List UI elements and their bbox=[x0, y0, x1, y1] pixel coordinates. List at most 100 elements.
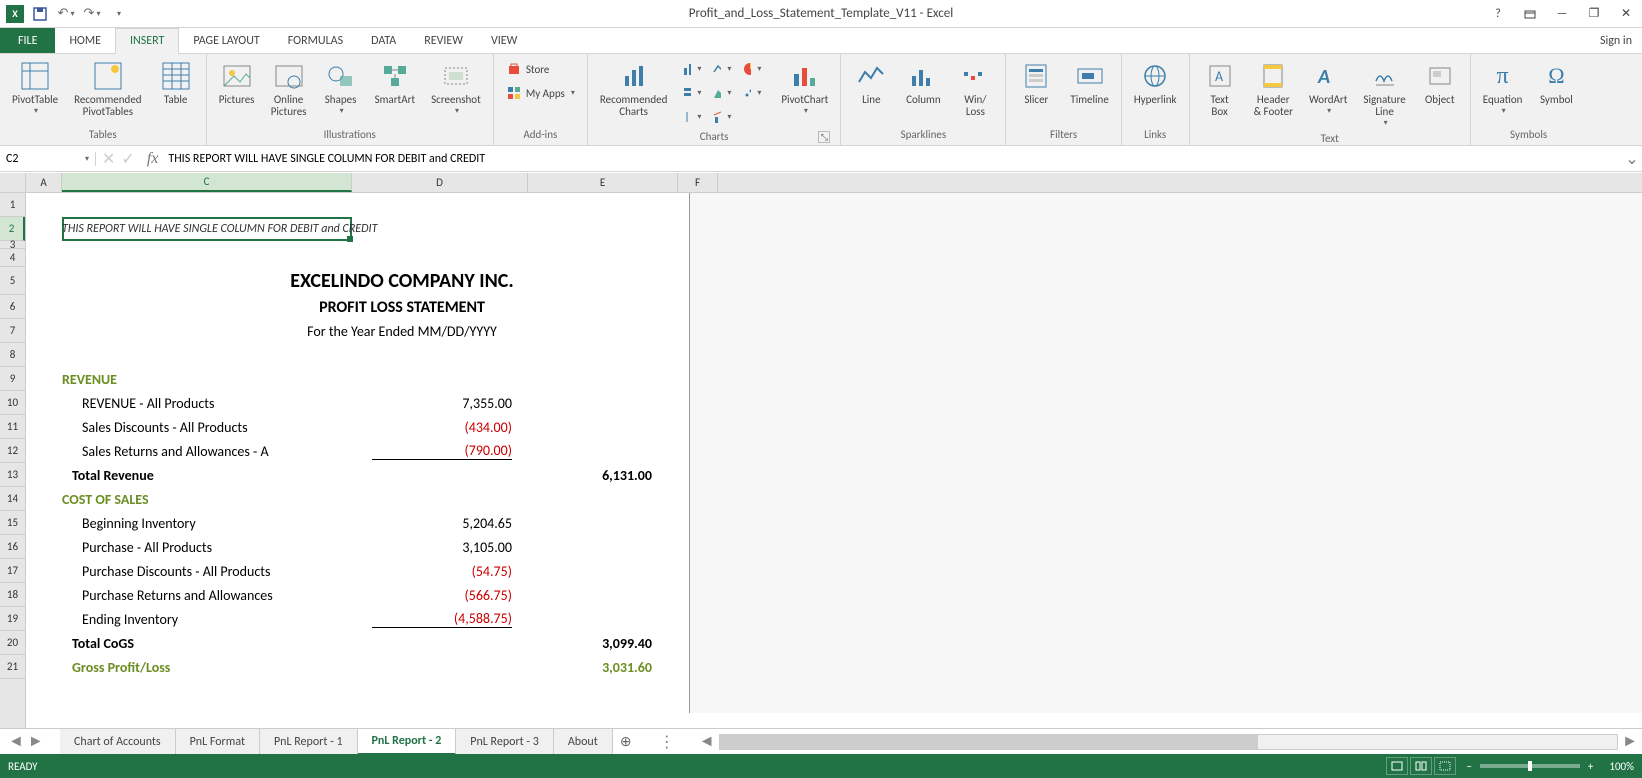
sparkline-column-button[interactable]: Column bbox=[901, 58, 945, 108]
tab-pagelayout[interactable]: PAGE LAYOUT bbox=[179, 28, 273, 53]
row-header[interactable]: 11 bbox=[0, 415, 25, 439]
row-header[interactable]: 19 bbox=[0, 607, 25, 631]
sheet-tab[interactable]: Chart of Accounts bbox=[60, 729, 176, 755]
row-header[interactable]: 8 bbox=[0, 343, 25, 367]
row-header[interactable]: 3 bbox=[0, 241, 25, 249]
tab-formulas[interactable]: FORMULAS bbox=[274, 28, 357, 53]
scroll-right-icon[interactable]: ► bbox=[1618, 732, 1642, 751]
col-header[interactable]: C bbox=[62, 173, 352, 192]
line-chart-icon[interactable]: ▾ bbox=[709, 58, 735, 80]
screenshot-button[interactable]: Screenshot▾ bbox=[427, 58, 485, 118]
tab-review[interactable]: REVIEW bbox=[410, 28, 477, 53]
smartart-button[interactable]: SmartArt bbox=[371, 58, 420, 108]
col-header[interactable]: F bbox=[678, 173, 718, 192]
pivottable-button[interactable]: PivotTable▾ bbox=[8, 58, 62, 118]
row-header[interactable]: 7 bbox=[0, 319, 25, 343]
sheet-tab[interactable]: About bbox=[554, 729, 613, 755]
tab-insert[interactable]: INSERT bbox=[115, 28, 179, 54]
equation-button[interactable]: πEquation▾ bbox=[1479, 58, 1527, 118]
row-header[interactable]: 18 bbox=[0, 583, 25, 607]
shapes-button[interactable]: Shapes▾ bbox=[319, 58, 363, 118]
textbox-button[interactable]: AText Box bbox=[1198, 58, 1242, 120]
timeline-button[interactable]: Timeline bbox=[1066, 58, 1112, 108]
qat-customize-icon[interactable]: ▾ bbox=[108, 4, 128, 24]
tab-data[interactable]: DATA bbox=[357, 28, 410, 53]
signin-link[interactable]: Sign in bbox=[1590, 28, 1642, 53]
wordart-button[interactable]: AWordArt▾ bbox=[1305, 58, 1351, 118]
pivotchart-button[interactable]: PivotChart▾ bbox=[777, 58, 832, 118]
row-header[interactable]: 12 bbox=[0, 439, 25, 463]
zoom-slider[interactable] bbox=[1480, 764, 1580, 768]
combo-chart-icon[interactable]: ▾ bbox=[709, 106, 735, 128]
tab-view[interactable]: VIEW bbox=[477, 28, 531, 53]
tab-file[interactable]: FILE bbox=[0, 28, 55, 53]
recommended-charts-button[interactable]: Recommended Charts bbox=[596, 58, 671, 120]
row-header[interactable]: 5 bbox=[0, 267, 25, 295]
column-chart-icon[interactable]: ▾ bbox=[679, 58, 705, 80]
slicer-button[interactable]: Slicer bbox=[1014, 58, 1058, 108]
area-chart-icon[interactable]: ▾ bbox=[709, 82, 735, 104]
sheet-tab[interactable]: PnL Report - 3 bbox=[456, 729, 554, 755]
help-icon[interactable]: ? bbox=[1486, 4, 1510, 24]
table-button[interactable]: Table bbox=[154, 58, 198, 108]
row-header[interactable]: 16 bbox=[0, 535, 25, 559]
recommended-pivottables-button[interactable]: Recommended PivotTables bbox=[70, 58, 145, 120]
pagelayout-view-icon[interactable] bbox=[1410, 757, 1432, 775]
stock-chart-icon[interactable]: ▾ bbox=[679, 106, 705, 128]
row-header[interactable]: 13 bbox=[0, 463, 25, 487]
col-header[interactable]: D bbox=[352, 173, 528, 192]
row-header[interactable]: 17 bbox=[0, 559, 25, 583]
select-all-corner[interactable] bbox=[0, 173, 25, 193]
object-button[interactable]: Object bbox=[1418, 58, 1462, 108]
pictures-button[interactable]: Pictures bbox=[215, 58, 259, 108]
myapps-button[interactable]: My Apps▾ bbox=[502, 82, 579, 104]
hyperlink-button[interactable]: Hyperlink bbox=[1130, 58, 1181, 108]
bar-chart-icon[interactable]: ▾ bbox=[679, 82, 705, 104]
charts-launcher-icon[interactable]: ⤡ bbox=[818, 131, 830, 143]
worksheet-grid[interactable]: 1 2 3 4 5 6 7 8 9 10 11 12 13 14 15 16 1… bbox=[0, 173, 1642, 728]
enter-formula-icon[interactable]: ✓ bbox=[121, 149, 134, 169]
row-header[interactable]: 1 bbox=[0, 193, 25, 217]
redo-icon[interactable]: ↷▾ bbox=[82, 4, 102, 24]
row-header[interactable]: 21 bbox=[0, 655, 25, 679]
signature-line-button[interactable]: Signature Line▾ bbox=[1359, 58, 1409, 130]
sparkline-winloss-button[interactable]: Win/ Loss bbox=[953, 58, 997, 120]
fx-icon[interactable]: fx bbox=[141, 150, 165, 168]
sparkline-line-button[interactable]: Line bbox=[849, 58, 893, 108]
row-header[interactable]: 9 bbox=[0, 367, 25, 391]
sheet-nav-next-icon[interactable]: ► bbox=[28, 732, 44, 751]
scroll-left-icon[interactable]: ◄ bbox=[695, 732, 719, 751]
online-pictures-button[interactable]: Online Pictures bbox=[267, 58, 311, 120]
sheet-tab-active[interactable]: PnL Report - 2 bbox=[358, 729, 457, 755]
col-header[interactable]: A bbox=[26, 173, 62, 192]
pie-chart-icon[interactable]: ▾ bbox=[739, 58, 765, 80]
store-button[interactable]: Store bbox=[502, 58, 579, 80]
new-sheet-button[interactable]: ⊕ bbox=[613, 733, 639, 750]
row-header[interactable]: 6 bbox=[0, 295, 25, 319]
row-header[interactable]: 10 bbox=[0, 391, 25, 415]
cancel-formula-icon[interactable]: ✕ bbox=[102, 149, 115, 169]
close-icon[interactable]: ✕ bbox=[1614, 4, 1638, 24]
normal-view-icon[interactable] bbox=[1386, 757, 1408, 775]
zoom-level[interactable]: 100% bbox=[1609, 760, 1634, 773]
row-header[interactable]: 4 bbox=[0, 249, 25, 267]
sheet-tab[interactable]: PnL Format bbox=[176, 729, 260, 755]
scroll-thumb[interactable] bbox=[720, 735, 1259, 749]
row-header[interactable]: 14 bbox=[0, 487, 25, 511]
restore-icon[interactable]: ❐ bbox=[1582, 4, 1606, 24]
undo-icon[interactable]: ↶▾ bbox=[56, 4, 76, 24]
zoom-in-icon[interactable]: + bbox=[1588, 760, 1593, 773]
symbol-button[interactable]: ΩSymbol bbox=[1534, 58, 1578, 108]
col-header[interactable]: E bbox=[528, 173, 678, 192]
formula-input[interactable] bbox=[164, 152, 1622, 166]
sheet-tab[interactable]: PnL Report - 1 bbox=[260, 729, 358, 755]
row-header[interactable]: 15 bbox=[0, 511, 25, 535]
horizontal-scrollbar[interactable]: ◄ ► bbox=[695, 732, 1642, 751]
save-icon[interactable] bbox=[30, 4, 50, 24]
zoom-out-icon[interactable]: − bbox=[1466, 760, 1471, 773]
sheet-nav-prev-icon[interactable]: ◄ bbox=[8, 732, 24, 751]
minimize-icon[interactable]: — bbox=[1550, 4, 1574, 24]
scatter-chart-icon[interactable]: ▾ bbox=[739, 82, 765, 104]
name-box[interactable]: C2▾ bbox=[0, 152, 96, 166]
formula-expand-icon[interactable]: ⌄ bbox=[1622, 149, 1642, 169]
